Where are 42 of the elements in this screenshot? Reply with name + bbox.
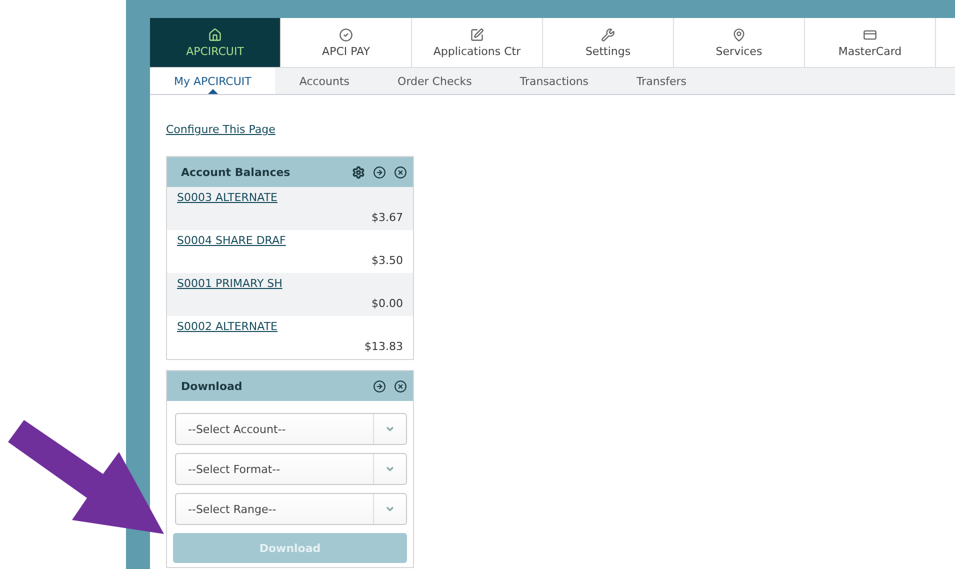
nav-tab-label: Services <box>716 44 762 58</box>
arrow-icon <box>8 420 164 534</box>
account-link[interactable]: S0004 SHARE DRAF <box>177 234 286 247</box>
close-icon[interactable] <box>394 380 407 392</box>
configure-link[interactable]: Configure This Page <box>166 123 276 136</box>
nav-tab-label: APCIRCUIT <box>186 44 244 58</box>
credit-card-icon <box>863 28 877 42</box>
nav-tab-label: Settings <box>585 44 631 58</box>
chevron-down-icon <box>385 424 395 434</box>
select-dropdown[interactable]: --Select Range-- <box>175 493 407 525</box>
select-dropdown[interactable]: --Select Account-- <box>175 413 407 445</box>
account-balance: $13.83 <box>364 340 403 353</box>
arrow-right-icon[interactable] <box>373 380 386 392</box>
sub-tab[interactable]: Accounts <box>275 68 374 94</box>
account-link[interactable]: S0001 PRIMARY SH <box>177 277 282 290</box>
nav-tab-label: APCI PAY <box>322 44 370 58</box>
settings-icon[interactable] <box>352 166 365 178</box>
chevron-down-icon <box>385 464 395 474</box>
nav-tab-label: MasterCard <box>838 44 902 58</box>
panel-title: Account Balances <box>181 166 292 178</box>
sub-tab[interactable]: Transactions <box>496 68 613 94</box>
home-icon <box>208 28 222 42</box>
caret-icon <box>208 89 218 94</box>
close-icon[interactable] <box>394 166 407 178</box>
sub-tab[interactable]: Transfers <box>612 68 710 94</box>
account-link[interactable]: S0003 ALTERNATE <box>177 191 278 204</box>
account-balance: $3.50 <box>372 254 403 267</box>
pin-icon <box>732 28 746 42</box>
arrow-right-icon[interactable] <box>373 166 386 178</box>
check-circle-icon <box>339 28 353 42</box>
select-dropdown[interactable]: --Select Format-- <box>175 453 407 485</box>
wrench-icon <box>601 28 615 42</box>
account-link[interactable]: S0002 ALTERNATE <box>177 320 278 333</box>
chevron-down-icon <box>385 504 395 514</box>
account-balance: $0.00 <box>372 297 403 310</box>
nav-tab-label: Applications Ctr <box>433 44 521 58</box>
panel-title: Download <box>181 380 244 392</box>
nav-tab[interactable]: APCIRCUIT <box>150 18 281 67</box>
pen-square-icon <box>470 28 484 42</box>
account-balance: $3.67 <box>372 211 403 224</box>
sub-tab[interactable]: My APCIRCUIT <box>150 68 276 94</box>
sub-tab[interactable]: Order Checks <box>374 68 496 94</box>
